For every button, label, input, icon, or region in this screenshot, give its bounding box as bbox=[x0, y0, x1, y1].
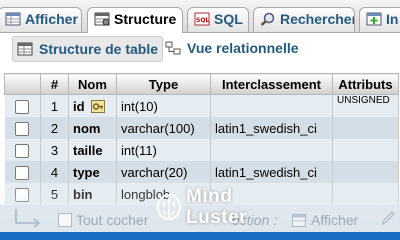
column-attributes bbox=[332, 117, 399, 139]
column-name: type bbox=[68, 161, 117, 183]
browse-icon bbox=[5, 10, 21, 26]
column-collation bbox=[210, 94, 333, 117]
row-checkbox[interactable] bbox=[15, 187, 30, 202]
relation-icon bbox=[165, 38, 181, 55]
table-structure-link[interactable]: Structure de table bbox=[12, 36, 164, 62]
row-number: 1 bbox=[40, 94, 69, 117]
header-type[interactable]: Type bbox=[116, 73, 211, 95]
relational-view-link[interactable]: Vue relationnelle bbox=[165, 36, 299, 60]
table-row: 3 taille int(11) bbox=[4, 139, 399, 161]
row-number: 3 bbox=[40, 139, 69, 161]
tab-sql-label: SQL bbox=[214, 11, 243, 27]
column-name: taille bbox=[68, 139, 117, 161]
header-collation[interactable]: Interclassement bbox=[210, 73, 333, 95]
column-type: int(10) bbox=[116, 94, 211, 117]
table-row: 4 type varchar(20) latin1_swedish_ci bbox=[4, 161, 399, 183]
table-row: 2 nom varchar(100) latin1_swedish_ci bbox=[4, 117, 399, 139]
tab-browse[interactable]: Afficher bbox=[0, 7, 82, 32]
search-icon bbox=[260, 10, 276, 26]
row-checkbox[interactable] bbox=[15, 121, 30, 136]
header-attributes[interactable]: Attributs bbox=[332, 73, 399, 95]
column-type: varchar(100) bbox=[116, 117, 211, 139]
structure-icon bbox=[94, 10, 110, 26]
edit-pencil-icon[interactable] bbox=[380, 209, 396, 230]
tab-insert-label: In bbox=[386, 11, 399, 27]
tab-browse-label: Afficher bbox=[25, 11, 78, 27]
tab-sql[interactable]: SQL SQL bbox=[187, 7, 249, 32]
column-type: varchar(20) bbox=[116, 161, 211, 183]
header-number[interactable]: # bbox=[40, 73, 69, 95]
relational-view-label: Vue relationnelle bbox=[187, 40, 299, 56]
browse-selected-label: Afficher bbox=[311, 212, 359, 228]
column-name: id bbox=[73, 98, 85, 114]
column-attributes bbox=[332, 183, 399, 205]
column-type: int(11) bbox=[116, 139, 211, 161]
column-attributes bbox=[332, 161, 399, 183]
table-header-row: # Nom Type Interclassement Attributs bbox=[4, 73, 399, 95]
sub-navigation: Structure de table Vue relationnelle bbox=[0, 33, 400, 65]
watermark-line1: Mind bbox=[186, 186, 233, 207]
tab-search[interactable]: Rechercher bbox=[253, 7, 355, 32]
tab-bar: Afficher Structure SQL SQL Rechercher In bbox=[0, 0, 400, 33]
insert-icon bbox=[366, 10, 382, 26]
svg-text:SQL: SQL bbox=[196, 17, 209, 24]
column-attributes bbox=[332, 139, 399, 161]
primary-key-icon bbox=[90, 99, 105, 113]
row-number: 2 bbox=[40, 117, 69, 139]
column-attributes: UNSIGNED bbox=[332, 94, 399, 117]
tab-search-label: Rechercher bbox=[280, 11, 355, 27]
check-all-label: Tout cocher bbox=[76, 212, 149, 228]
tab-structure-label: Structure bbox=[114, 11, 177, 27]
sql-icon: SQL bbox=[194, 10, 210, 26]
table-row: 1 id int(10) UNSIGNED bbox=[4, 94, 399, 117]
check-all-checkbox[interactable] bbox=[58, 213, 72, 227]
browse-selected-button[interactable]: Afficher bbox=[292, 212, 358, 230]
tab-insert[interactable]: In bbox=[359, 7, 400, 32]
check-all-control[interactable]: Tout cocher bbox=[58, 212, 148, 228]
column-collation: latin1_swedish_ci bbox=[210, 117, 333, 139]
mindluster-watermark: Mind Luster bbox=[152, 184, 252, 232]
row-number: 4 bbox=[40, 161, 69, 183]
row-checkbox[interactable] bbox=[15, 143, 30, 158]
column-name: bin bbox=[68, 183, 117, 205]
row-checkbox[interactable] bbox=[15, 99, 30, 114]
row-number: 5 bbox=[40, 183, 69, 205]
table-structure-icon bbox=[17, 39, 33, 56]
table-structure-label: Structure de table bbox=[39, 41, 159, 57]
browse-selected-icon bbox=[292, 214, 306, 230]
column-name-cell: id bbox=[68, 94, 117, 117]
brain-logo-icon bbox=[154, 192, 184, 227]
header-select bbox=[4, 73, 41, 95]
watermark-line2: Luster bbox=[186, 207, 248, 228]
row-checkbox[interactable] bbox=[15, 165, 30, 180]
tab-structure[interactable]: Structure bbox=[87, 7, 183, 33]
column-collation bbox=[210, 139, 333, 161]
header-name[interactable]: Nom bbox=[68, 73, 117, 95]
column-collation: latin1_swedish_ci bbox=[210, 161, 333, 183]
column-name: nom bbox=[68, 117, 117, 139]
bottom-accent-bar bbox=[0, 232, 400, 240]
select-arrow-icon bbox=[12, 207, 42, 234]
